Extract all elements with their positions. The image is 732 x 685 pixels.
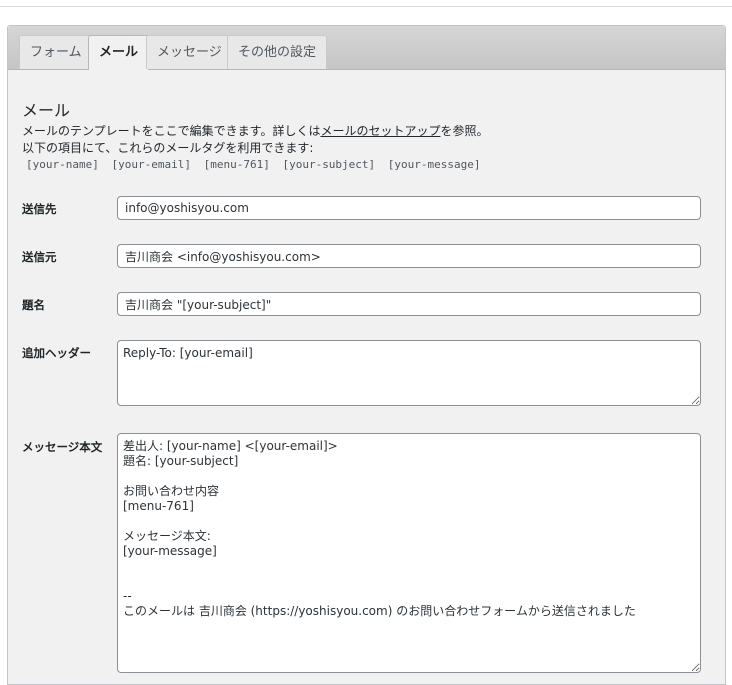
tab-messages[interactable]: メッセージ <box>146 35 233 69</box>
message-body-field[interactable]: 差出人: [your-name] <[your-email]> 題名: [you… <box>117 433 701 673</box>
from-label: 送信元 <box>22 250 57 264</box>
subject-label: 題名 <box>22 298 45 312</box>
mail-tag[interactable]: [your-subject] <box>282 158 375 171</box>
description-text-end: を参照。 <box>440 124 489 138</box>
mail-tag[interactable]: [your-email] <box>111 158 190 171</box>
contact-form-editor: フォーム メール メッセージ その他の設定 メール メールのテンプレートをここで… <box>7 25 726 685</box>
additional-headers-field[interactable]: Reply-To: [your-email] <box>117 340 701 406</box>
to-label: 送信先 <box>22 202 57 216</box>
mail-setup-link[interactable]: メールのセットアップ <box>320 124 440 138</box>
mail-tag[interactable]: [menu-761] <box>204 158 270 171</box>
description-line-2: 以下の項目にて、これらのメールタグを利用できます: <box>22 141 314 155</box>
top-divider <box>0 6 732 7</box>
message-body-label: メッセージ本文 <box>22 440 103 454</box>
editor-tab-bar: フォーム メール メッセージ その他の設定 <box>8 26 725 70</box>
from-field[interactable] <box>117 244 701 268</box>
tab-form[interactable]: フォーム <box>19 35 93 69</box>
mail-tag[interactable]: [your-message] <box>388 158 481 171</box>
mail-tag[interactable]: [your-name] <box>26 158 99 171</box>
tab-other-settings[interactable]: その他の設定 <box>227 35 328 69</box>
section-description: メールのテンプレートをここで編集できます。詳しくはメールのセットアップを参照。 … <box>22 123 488 157</box>
subject-field[interactable] <box>117 292 701 316</box>
section-title: メール <box>22 101 71 120</box>
mail-tag-list: [your-name] [your-email] [menu-761] [you… <box>26 158 487 171</box>
tab-mail[interactable]: メール <box>88 35 150 70</box>
description-text: メールのテンプレートをここで編集できます。詳しくは <box>22 124 321 138</box>
additional-headers-label: 追加ヘッダー <box>22 346 91 360</box>
to-field[interactable] <box>117 196 701 220</box>
